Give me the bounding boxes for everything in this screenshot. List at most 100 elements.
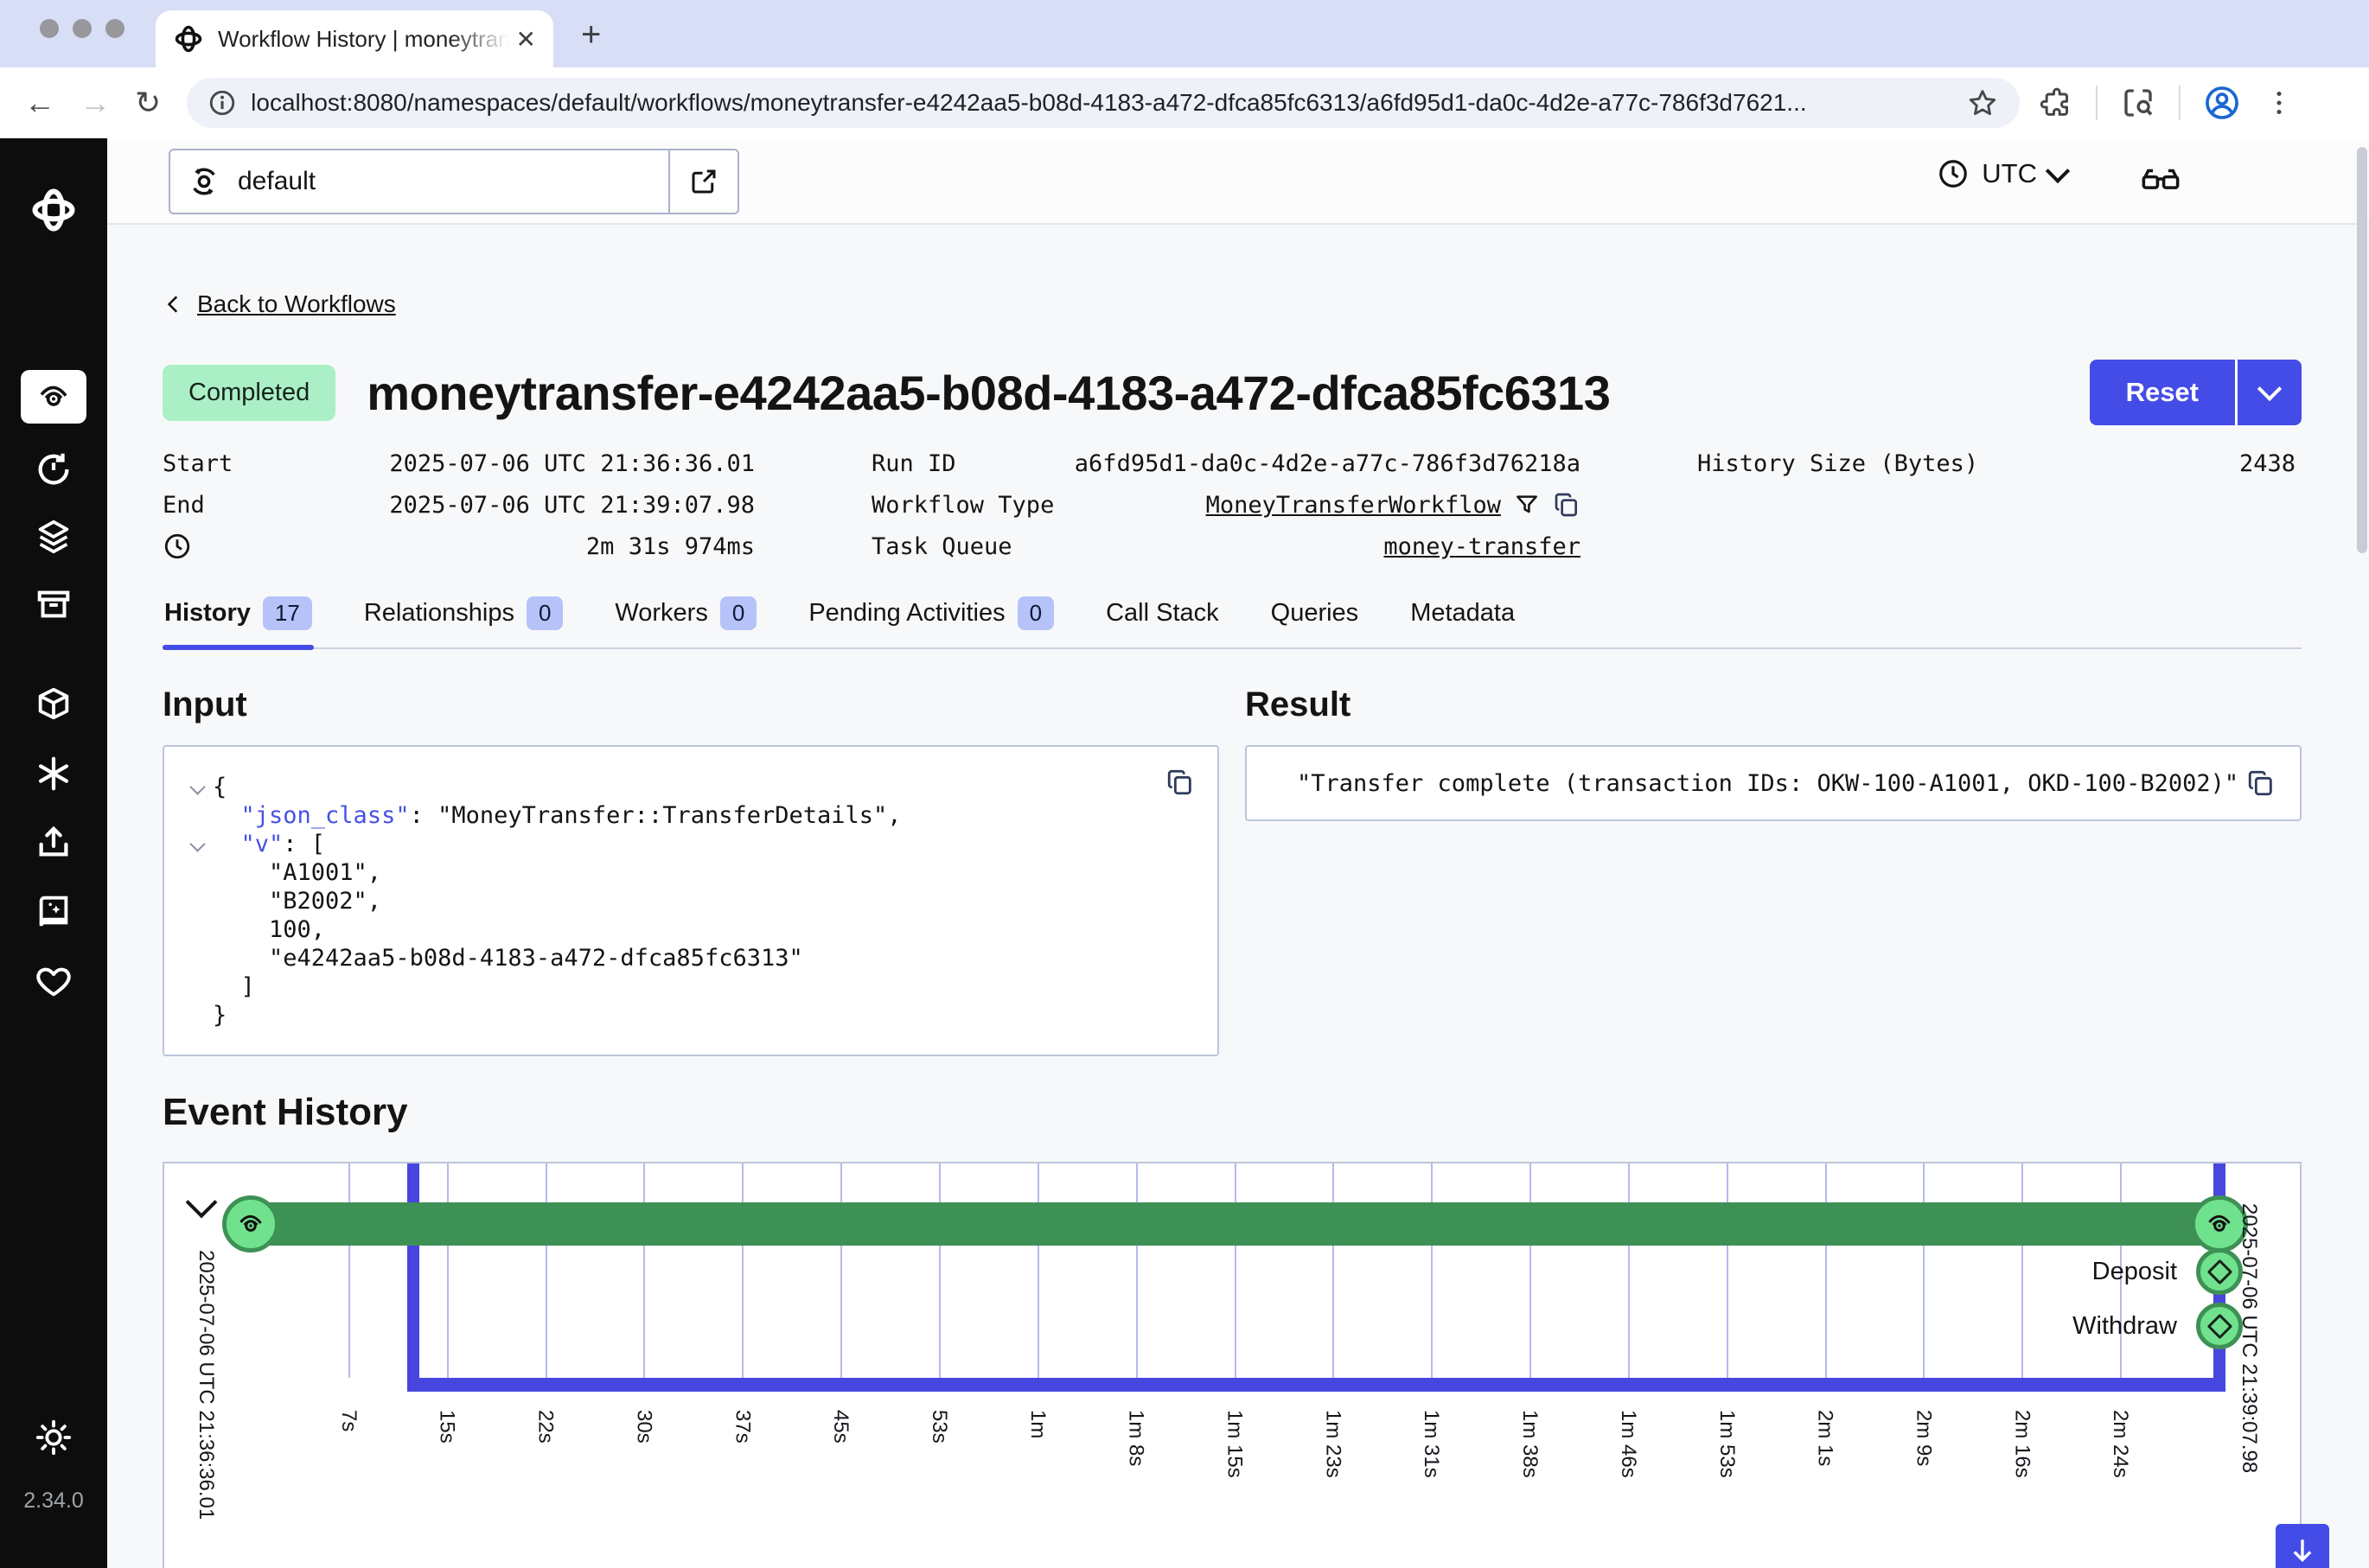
window-close-button[interactable]: [40, 19, 59, 38]
tab-metadata[interactable]: Metadata: [1408, 588, 1517, 647]
external-link-icon: [688, 166, 719, 197]
sidebar-item-nexus[interactable]: [0, 754, 107, 794]
collapse-chevron-icon[interactable]: [189, 836, 205, 851]
browser-tab[interactable]: Workflow History | moneytran ✕: [156, 10, 553, 67]
bookmark-star-icon[interactable]: [1966, 86, 1999, 119]
sidebar-item-feedback[interactable]: [0, 961, 107, 1001]
timeline-gridline: [1038, 1163, 1039, 1378]
back-to-workflows[interactable]: Back to Workflows: [163, 290, 2302, 318]
json-line: "A1001",: [182, 858, 1200, 887]
timeline-gridline: [1727, 1163, 1728, 1378]
duration-clock-icon: [163, 532, 192, 561]
sidebar-item-deployments[interactable]: [0, 685, 107, 724]
back-icon[interactable]: ←: [24, 85, 55, 121]
sidebar-item-archive[interactable]: [0, 584, 107, 624]
new-tab-button[interactable]: +: [581, 16, 601, 54]
chevron-down-icon: [2257, 377, 2282, 401]
timeline-tick-label: 30s: [631, 1410, 655, 1444]
filter-funnel-icon[interactable]: [1513, 491, 1541, 519]
profile-icon[interactable]: [2203, 84, 2241, 122]
status-badge: Completed: [163, 365, 335, 421]
workflow-start-node[interactable]: [222, 1195, 279, 1252]
timeline-tick-label: 53s: [927, 1410, 951, 1444]
timeline-collapse-chevron-icon[interactable]: [186, 1187, 218, 1219]
close-tab-icon[interactable]: ✕: [516, 25, 536, 54]
namespace-external-link-button[interactable]: [668, 150, 738, 213]
json-line: "e4242aa5-b08d-4183-a472-dfca85fc6313": [182, 944, 1200, 972]
timeline-tick-label: 37s: [730, 1410, 754, 1444]
sidebar-item-schedules[interactable]: [0, 449, 107, 489]
batch-icon: [34, 517, 73, 557]
timeline-gridline: [1431, 1163, 1433, 1378]
menu-kebab-icon[interactable]: [2264, 87, 2295, 118]
tab-label: Metadata: [1410, 599, 1515, 628]
forward-icon[interactable]: →: [80, 85, 111, 121]
screenshot-root: Workflow History | moneytran ✕ + ← → ↻ l…: [0, 0, 2369, 1568]
timeline-end-time: 2025-07-06 UTC 21:39:07.98: [2237, 1203, 2261, 1473]
scroll-to-bottom-button[interactable]: [2276, 1524, 2329, 1568]
copy-icon[interactable]: [1553, 491, 1580, 519]
sidebar-item-docs[interactable]: [0, 892, 107, 932]
workflows-icon: [2203, 1208, 2236, 1240]
labs-toggle[interactable]: [2139, 163, 2182, 201]
workflow-tabs: History17Relationships0Workers0Pending A…: [163, 588, 2302, 649]
timezone-selector[interactable]: UTC: [1937, 157, 2066, 190]
task-queue-link[interactable]: money-transfer: [1383, 533, 1580, 560]
tab-pending-activities[interactable]: Pending Activities0: [807, 588, 1056, 647]
timeline-tick-label: 1m 46s: [1616, 1410, 1640, 1478]
detail-duration: 2m 31s 974ms: [163, 526, 755, 567]
sidebar-item-batch-operations[interactable]: [0, 517, 107, 557]
docs-icon: [34, 892, 73, 932]
tab-queries[interactable]: Queries: [1269, 588, 1361, 647]
workflow-execution-bar[interactable]: [251, 1202, 2219, 1246]
address-bar[interactable]: localhost:8080/namespaces/default/workfl…: [187, 78, 2020, 128]
window-zoom-button[interactable]: [105, 19, 125, 38]
page-title: moneytransfer-e4242aa5-b08d-4183-a472-df…: [367, 365, 1610, 421]
namespace-switcher[interactable]: default: [169, 149, 739, 214]
tab-count-badge: 0: [1018, 596, 1054, 630]
copy-icon[interactable]: [1165, 768, 1195, 797]
sidebar-item-workflows[interactable]: [21, 370, 86, 424]
tab-call-stack[interactable]: Call Stack: [1104, 588, 1221, 647]
site-info-icon[interactable]: [208, 88, 237, 118]
tab-label: Workers: [615, 599, 707, 628]
tab-relationships[interactable]: Relationships0: [362, 588, 565, 647]
json-line: "json_class": "MoneyTransfer::TransferDe…: [182, 801, 1200, 830]
json-line: ]: [182, 972, 1200, 1001]
workflow-type-link[interactable]: MoneyTransferWorkflow: [1206, 492, 1501, 519]
browser-tab-strip: Workflow History | moneytran ✕ +: [0, 0, 2369, 67]
reload-icon[interactable]: ↻: [135, 85, 161, 121]
input-result-section: Input { "json_class": "MoneyTransfer::Tr…: [163, 685, 2302, 1056]
sidebar-item-import[interactable]: [0, 823, 107, 863]
reset-dropdown-button[interactable]: [2235, 360, 2302, 425]
chevron-down-icon: [2046, 159, 2070, 183]
tab-label: Relationships: [364, 599, 514, 628]
extensions-icon[interactable]: [2039, 86, 2073, 120]
scroll-down-arrow-icon: [2288, 1536, 2317, 1565]
detail-history-size: History Size (Bytes) 2438: [1697, 443, 2296, 484]
copy-icon[interactable]: [2246, 768, 2276, 798]
theme-sun-icon[interactable]: [0, 1418, 107, 1457]
tab-workers[interactable]: Workers0: [613, 588, 758, 647]
app-version: 2.34.0: [0, 1488, 107, 1514]
clock-icon: [1937, 157, 1970, 190]
result-viewer: "Transfer complete (transaction IDs: OKW…: [1245, 745, 2302, 821]
page-scrollbar[interactable]: [2357, 147, 2367, 553]
activity-node-withdraw[interactable]: [2196, 1303, 2243, 1349]
nexus-icon: [34, 754, 73, 794]
timeline-tick-label: 2m 9s: [1911, 1410, 1935, 1466]
tab-history[interactable]: History17: [163, 588, 314, 647]
tab-search-icon[interactable]: [2120, 85, 2156, 121]
reset-button[interactable]: Reset: [2090, 360, 2235, 425]
collapse-chevron-icon[interactable]: [189, 779, 205, 794]
json-line: 100,: [182, 915, 1200, 944]
feedback-icon: [34, 961, 73, 1001]
archive-icon: [34, 584, 73, 624]
timeline-gridline: [1136, 1163, 1138, 1378]
activity-node-deposit[interactable]: [2196, 1248, 2243, 1295]
temporal-logo-icon[interactable]: [0, 186, 107, 234]
window-minimize-button[interactable]: [73, 19, 92, 38]
timeline-baseline: [407, 1378, 2225, 1392]
timeline-gridline: [348, 1163, 350, 1378]
back-link-label[interactable]: Back to Workflows: [197, 290, 396, 318]
